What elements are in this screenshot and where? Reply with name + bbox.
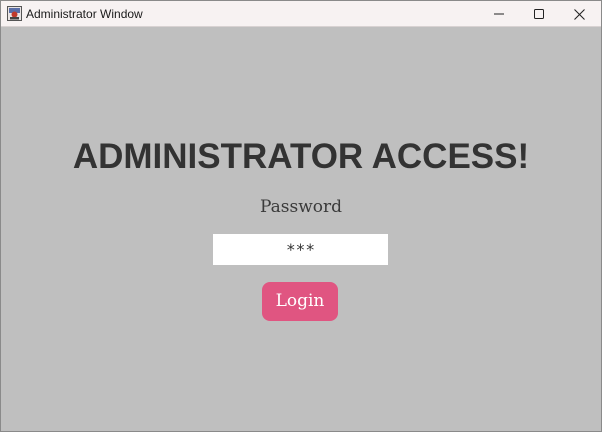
password-field[interactable] — [213, 234, 388, 265]
password-label: Password — [259, 197, 343, 217]
maximize-button[interactable] — [519, 1, 559, 27]
login-panel: ADMINISTRATOR ACCESS! Password Login — [1, 27, 601, 431]
login-button[interactable]: Login — [262, 282, 338, 321]
administrator-window: Administrator Window ADMINISTRATOR ACCES… — [0, 0, 602, 432]
close-icon — [573, 8, 585, 20]
maximize-icon — [534, 9, 544, 19]
page-heading: ADMINISTRATOR ACCESS! — [72, 137, 530, 176]
title-bar[interactable]: Administrator Window — [1, 1, 601, 27]
close-button[interactable] — [559, 1, 599, 27]
minimize-button[interactable] — [479, 1, 519, 27]
window-title: Administrator Window — [26, 7, 143, 21]
java-app-icon — [7, 6, 22, 21]
minimize-icon — [494, 13, 504, 15]
